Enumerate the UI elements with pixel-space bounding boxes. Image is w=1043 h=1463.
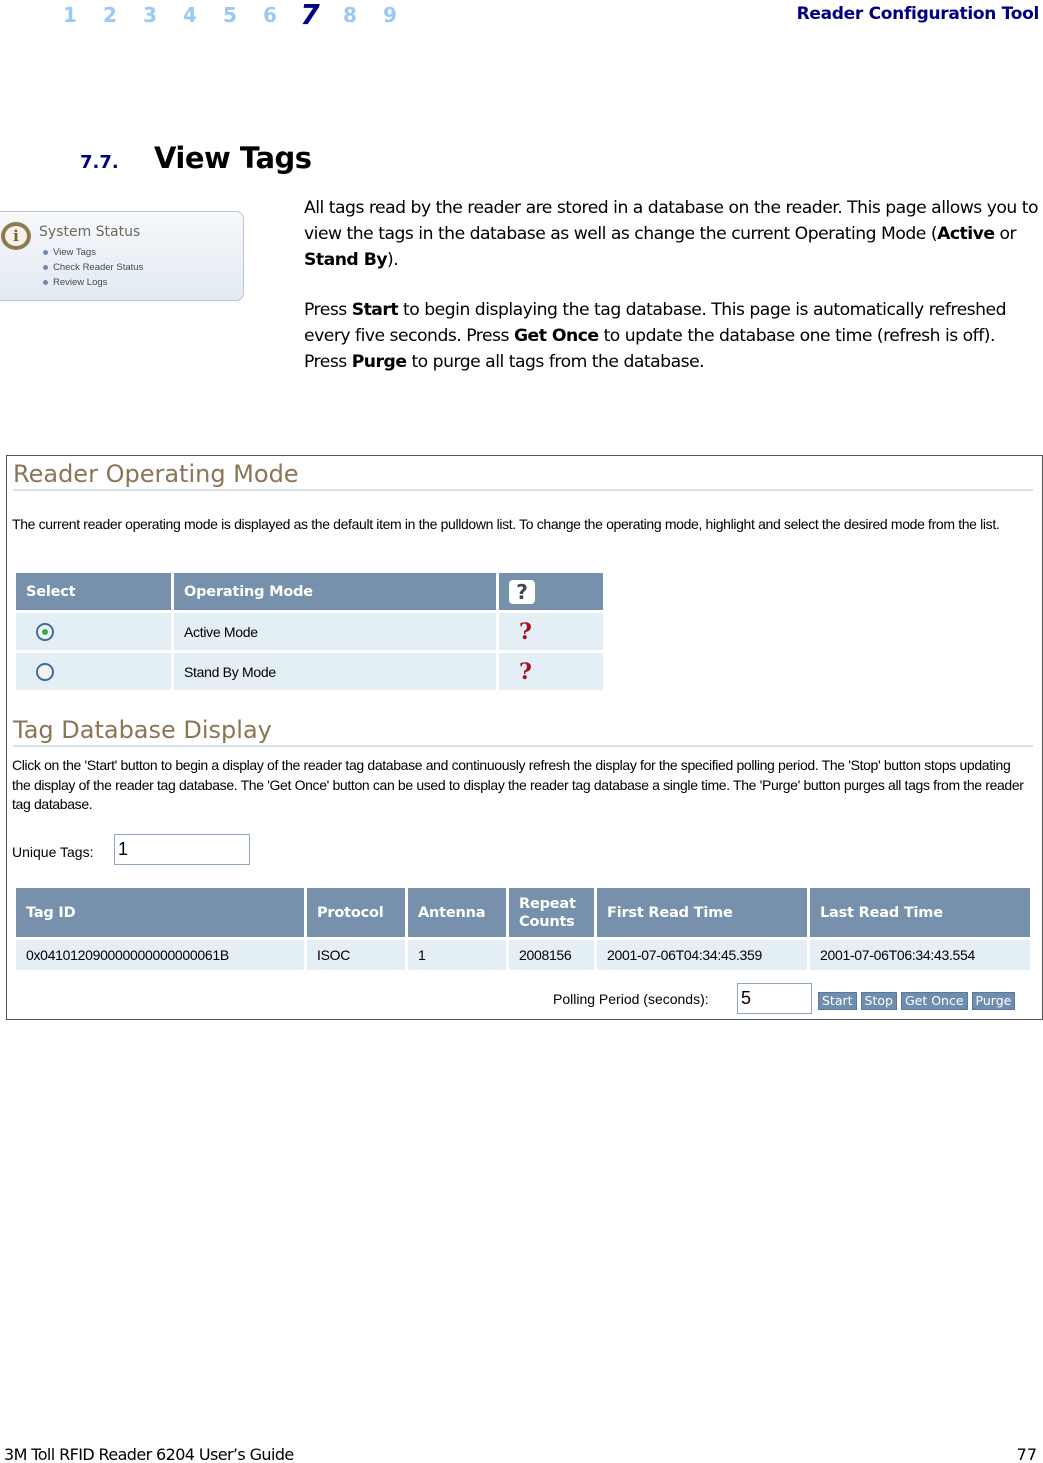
help-header-icon[interactable]: ? (509, 579, 535, 604)
section-title: View Tags (154, 141, 312, 175)
emphasis-active: Active (937, 223, 995, 244)
unique-tags-field[interactable]: 1 (114, 834, 250, 865)
help-cell: ? (499, 613, 603, 650)
first-read-time-cell: 2001-07-06T04:34:45.359 (597, 940, 807, 970)
bullet-icon (43, 264, 48, 270)
tag-database-actions: Start Stop Get Once Purge (818, 992, 1016, 1010)
select-cell (16, 613, 171, 650)
mode-label: Stand By Mode (174, 653, 496, 690)
polling-period-label: Polling Period (seconds): (553, 991, 709, 1007)
active-mode-radio[interactable] (36, 622, 54, 641)
intro-text: All tags read by the reader are stored i… (304, 196, 1039, 376)
table-row: 0x041012090000000000000061B ISOC 1 20081… (16, 940, 1030, 970)
emphasis-get-once: Get Once (513, 326, 599, 347)
text-run: Press (304, 300, 352, 321)
column-header-antenna: Antenna (408, 888, 506, 937)
view-tags-page-screenshot: Reader Operating Mode The current reader… (6, 455, 1043, 1020)
thumbnail-title: System Status (39, 224, 141, 240)
column-header-operating-mode: Operating Mode (174, 573, 496, 610)
chapter-link-9[interactable]: 9 (370, 2, 410, 28)
chapter-link-6[interactable]: 6 (250, 2, 290, 28)
start-button[interactable]: Start (818, 992, 857, 1010)
text-run: All tags read by the reader are stored i… (304, 198, 1039, 244)
emphasis-start: Start (351, 300, 399, 321)
menu-item-check-reader-status[interactable]: Check Reader Status (43, 260, 143, 275)
chapter-link-1[interactable]: 1 (50, 2, 90, 28)
chapter-nav: 1 2 3 4 5 6 7 8 9 (50, 1, 410, 29)
help-question-icon[interactable]: ? (519, 619, 532, 645)
stop-button[interactable]: Stop (860, 992, 897, 1010)
protocol-cell: ISOC (307, 940, 405, 970)
antenna-cell: 1 (408, 940, 506, 970)
emphasis-stand-by: Stand By (304, 249, 388, 270)
text-run: or (994, 223, 1017, 244)
info-icon: i (1, 222, 31, 250)
last-read-time-cell: 2001-07-06T06:34:43.554 (810, 940, 1030, 970)
footer-guide-title: 3M Toll RFID Reader 6204 User’s Guide (4, 1445, 294, 1463)
section-number: 7.7. (80, 152, 119, 173)
tag-database-description: Click on the 'Start' button to begin a d… (12, 757, 1024, 812)
column-header-protocol: Protocol (307, 888, 405, 937)
menu-item-label: Review Logs (53, 277, 108, 288)
operating-mode-heading: Reader Operating Mode (13, 459, 1033, 491)
polling-period-field[interactable]: 5 (737, 983, 812, 1014)
chapter-link-4[interactable]: 4 (170, 2, 210, 28)
menu-item-label: View Tags (53, 247, 96, 258)
chapter-link-8[interactable]: 8 (330, 2, 370, 28)
select-cell (16, 653, 171, 690)
get-once-button[interactable]: Get Once (900, 992, 968, 1010)
text-run: ). (387, 249, 399, 270)
page-number: 77 (1016, 1445, 1037, 1463)
operating-mode-table: Select Operating Mode ? Active Mode ? St… (13, 570, 606, 693)
column-header-tag-id: Tag ID (16, 888, 304, 937)
stand-by-mode-radio[interactable] (36, 662, 54, 681)
text-run: to purge all tags from the database. (406, 351, 705, 372)
help-question-icon[interactable]: ? (519, 659, 532, 685)
mode-label: Active Mode (174, 613, 496, 650)
table-row: Active Mode ? (16, 613, 603, 650)
operating-mode-description: The current reader operating mode is dis… (12, 516, 1000, 532)
column-header-help: ? (499, 573, 603, 610)
menu-item-review-logs[interactable]: Review Logs (43, 275, 143, 290)
intro-paragraph-2: Press Start to begin displaying the tag … (304, 298, 1039, 375)
repeat-counts-cell: 2008156 (509, 940, 594, 970)
menu-item-view-tags[interactable]: View Tags (43, 245, 143, 260)
system-status-menu-thumbnail: i System Status View Tags Check Reader S… (0, 211, 244, 301)
intro-paragraph-1: All tags read by the reader are stored i… (304, 196, 1039, 273)
chapter-link-2[interactable]: 2 (90, 2, 130, 28)
emphasis-purge: Purge (351, 351, 407, 372)
chapter-link-5[interactable]: 5 (210, 2, 250, 28)
menu-item-label: Check Reader Status (53, 262, 144, 273)
running-title: Reader Configuration Tool (796, 4, 1040, 24)
column-header-select: Select (16, 573, 171, 610)
chapter-link-3[interactable]: 3 (130, 2, 170, 28)
help-cell: ? (499, 653, 603, 690)
table-row: Stand By Mode ? (16, 653, 603, 690)
chapter-link-7-current[interactable]: 7 (290, 1, 330, 29)
unique-tags-label: Unique Tags: (12, 844, 94, 860)
bullet-icon (43, 249, 48, 255)
column-header-first-read-time: First Read Time (597, 888, 807, 937)
thumbnail-menu-list: View Tags Check Reader Status Review Log… (43, 245, 143, 290)
column-header-repeat-counts: Repeat Counts (509, 888, 594, 937)
purge-button[interactable]: Purge (971, 992, 1016, 1010)
tag-id-cell: 0x041012090000000000000061B (16, 940, 304, 970)
bullet-icon (43, 279, 48, 285)
tag-database-table: Tag ID Protocol Antenna Repeat Counts Fi… (13, 885, 1033, 973)
column-header-last-read-time: Last Read Time (810, 888, 1030, 937)
tag-database-heading: Tag Database Display (13, 715, 1033, 747)
